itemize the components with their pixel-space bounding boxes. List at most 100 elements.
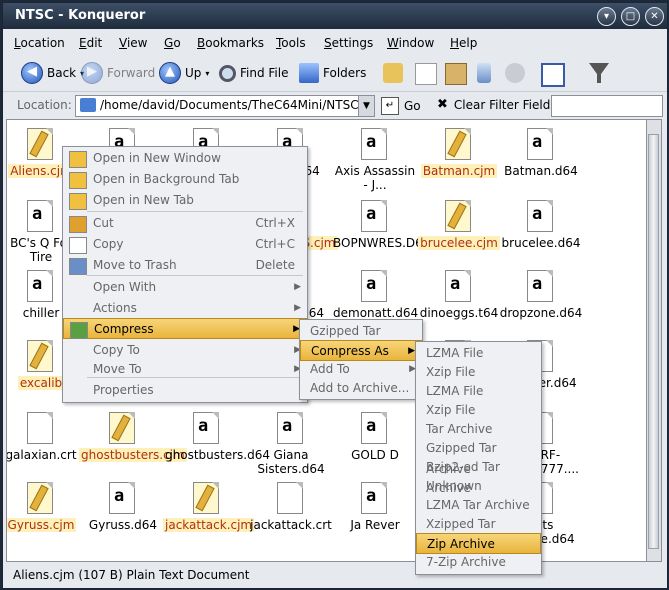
find-file-button[interactable]: Find File	[219, 62, 288, 84]
file-item[interactable]: a BOPNWRES.D64	[331, 200, 430, 250]
disk-image-icon: a	[361, 412, 387, 444]
file-item[interactable]: a Gyruss.d64	[79, 482, 167, 532]
compress-item-add-to[interactable]: Add To ▶	[300, 359, 422, 380]
menu-window[interactable]: Window	[387, 36, 434, 50]
compress-as-item[interactable]: Zip Archive	[416, 533, 541, 554]
file-item[interactable]: a Batman.d64	[497, 128, 585, 178]
context-item-open-in-background-tab[interactable]: Open in Background Tab	[63, 169, 307, 190]
compress-as-item[interactable]: Unknown	[416, 476, 541, 497]
menu-tools[interactable]: Tools	[276, 36, 306, 50]
paste-icon[interactable]	[445, 63, 467, 85]
go-button[interactable]: ↵ Go	[381, 97, 421, 115]
location-input[interactable]: /home/david/Documents/TheC64Mini/NTSC ▼	[75, 95, 375, 117]
menu-separator	[87, 211, 303, 212]
file-name: excalib	[17, 376, 65, 390]
location-dropdown-arrow[interactable]: ▼	[358, 96, 374, 116]
file-name: dinoeggs.t64	[419, 306, 499, 320]
file-item[interactable]: brucelee.cjm	[415, 200, 503, 250]
menu-bookmarks[interactable]: Bookmarks	[197, 36, 264, 50]
compress-item-gzipped-tar-archive[interactable]: Gzipped Tar Archive	[300, 321, 422, 359]
menu-view[interactable]: View	[119, 36, 147, 50]
disk-image-icon: a	[527, 200, 553, 232]
compress-item-add-to-archive-[interactable]: Add to Archive...	[300, 378, 422, 399]
text-file-icon	[445, 200, 471, 232]
file-item[interactable]: Gyruss.cjm	[7, 482, 85, 532]
cut-icon[interactable]	[383, 63, 403, 83]
disk-image-icon: a	[193, 412, 219, 444]
file-item[interactable]: a Giana Sisters.d64	[247, 412, 335, 476]
trash-icon[interactable]	[477, 63, 491, 83]
compress-as-item[interactable]: LZMA File	[416, 343, 541, 364]
maximize-button[interactable]: □	[621, 7, 640, 26]
menu-go[interactable]: Go	[164, 36, 181, 50]
context-item-copy-to[interactable]: Copy To ▶	[63, 340, 307, 361]
compress-submenu: Gzipped Tar ArchiveCompress As▶Add To▶Ad…	[299, 319, 423, 400]
reload-icon[interactable]	[505, 63, 525, 83]
context-item-compress[interactable]: Compress ▶	[63, 318, 307, 339]
context-item-copy[interactable]: Copy Ctrl+C	[63, 234, 307, 255]
context-item-properties[interactable]: Properties	[63, 380, 307, 401]
compress-item-compress-as[interactable]: Compress As ▶	[300, 340, 422, 361]
menu-item-icon	[69, 151, 87, 168]
scrollbar-thumb[interactable]	[648, 134, 659, 549]
file-name: demonatt.d64	[333, 306, 419, 320]
context-item-move-to-trash[interactable]: Move to Trash Delete	[63, 255, 307, 276]
file-item[interactable]: a ghostbusters.d64	[163, 412, 270, 462]
filter-input[interactable]	[551, 95, 663, 117]
compress-as-item[interactable]: Bzip2-ed Tar Archive	[416, 457, 541, 495]
forward-button[interactable]: ▶ Forward▾	[81, 62, 163, 84]
file-item[interactable]: galaxian.crt	[7, 412, 85, 462]
close-button[interactable]: ✕	[645, 7, 664, 26]
filter-icon[interactable]	[589, 63, 609, 83]
menu-item-icon	[69, 258, 87, 275]
vertical-scrollbar[interactable]	[646, 119, 662, 562]
compress-as-item[interactable]: Gzipped Tar Archive	[416, 438, 541, 476]
menu-help[interactable]: Help	[450, 36, 477, 50]
context-item-open-with[interactable]: Open With ▶	[63, 277, 307, 298]
menu-edit[interactable]: Edit	[79, 36, 102, 50]
compress-as-item[interactable]: LZMA File	[416, 381, 541, 402]
context-item-open-in-new-window[interactable]: Open in New Window	[63, 148, 307, 169]
clear-filter-button[interactable]: ✖ Clear Filter Field	[437, 97, 550, 112]
menu-settings[interactable]: Settings	[324, 36, 373, 50]
title-bar[interactable]: NTSC - Konqueror ▾ □ ✕	[3, 3, 667, 29]
compress-as-item[interactable]: 7-Zip Archive	[416, 552, 541, 573]
file-item[interactable]: a brucelee.d64	[497, 200, 585, 250]
menu-location[interactable]: Location	[14, 36, 65, 50]
back-button[interactable]: ◀ Back▾	[21, 62, 84, 84]
file-name: GOLD D	[351, 448, 399, 462]
up-button[interactable]: ▲ Up ▾	[159, 62, 209, 84]
file-item[interactable]: a Axis Assassin - J...	[331, 128, 419, 192]
compress-as-item[interactable]: LZMA Tar Archive	[416, 495, 541, 516]
context-item-actions[interactable]: Actions ▶	[63, 298, 307, 319]
file-name: Ja Rever	[350, 518, 400, 532]
minimize-button[interactable]: ▾	[597, 7, 616, 26]
compress-as-item[interactable]: Xzip File	[416, 400, 541, 421]
view-mode-icon[interactable]	[541, 63, 565, 87]
file-item[interactable]: a GOLD D	[331, 412, 419, 462]
file-name: Axis Assassin - J...	[334, 164, 416, 192]
copy-icon[interactable]	[415, 63, 437, 85]
file-item[interactable]: jackattack.cjm	[163, 482, 255, 532]
disk-image-icon: a	[445, 270, 471, 302]
file-item[interactable]: Batman.cjm	[415, 128, 503, 178]
context-item-open-in-new-tab[interactable]: Open in New Tab	[63, 190, 307, 211]
context-item-cut[interactable]: Cut Ctrl+X	[63, 213, 307, 234]
file-name: jackattack.crt	[250, 518, 332, 532]
compress-as-item[interactable]: Tar Archive	[416, 419, 541, 440]
file-name: Gyruss.d64	[88, 518, 158, 532]
file-name: jackattack.cjm	[163, 518, 255, 532]
disk-image-icon: a	[277, 412, 303, 444]
disk-image-icon: a	[361, 482, 387, 514]
folders-button[interactable]: Folders	[299, 62, 366, 84]
file-item[interactable]: a dinoeggs.t64	[415, 270, 503, 320]
file-item[interactable]: jackattack.crt	[247, 482, 335, 532]
status-bar: Aliens.cjm (107 B) Plain Text Document	[3, 565, 667, 587]
compress-as-item[interactable]: Xzipped Tar Archive	[416, 514, 541, 552]
file-item[interactable]: ghostbusters.cjm	[79, 412, 187, 462]
file-item[interactable]: a dropzone.d64	[497, 270, 585, 320]
file-item[interactable]: a Ja Rever	[331, 482, 419, 532]
compress-as-item[interactable]: Xzip File	[416, 362, 541, 383]
menu-separator	[87, 275, 303, 276]
file-item[interactable]: a demonatt.d64	[331, 270, 419, 320]
